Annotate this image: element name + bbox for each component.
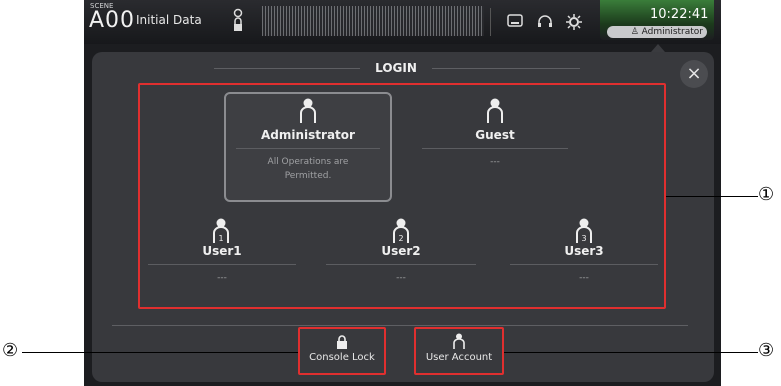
callout-3: ③ — [758, 340, 775, 361]
recorder-icon[interactable] — [507, 14, 523, 28]
callout-line-2 — [22, 352, 298, 353]
account-desc: --- — [490, 157, 500, 167]
user-icon — [300, 98, 316, 123]
gear-icon[interactable] — [566, 14, 582, 30]
account-administrator[interactable]: Administrator All Operations are Permitt… — [236, 98, 380, 183]
user-icon: 3 — [576, 218, 592, 243]
close-button[interactable]: × — [680, 60, 708, 88]
account-user2[interactable]: User2 --- — [326, 244, 476, 285]
account-rule — [510, 264, 658, 265]
account-name: User3 — [564, 244, 604, 258]
account-desc: --- — [396, 273, 406, 283]
user-icon: 1 — [213, 218, 229, 243]
level-meters[interactable] — [262, 6, 484, 36]
user-icon: ♙ — [630, 27, 642, 37]
account-rule — [326, 264, 476, 265]
bottom-divider — [112, 325, 688, 326]
separator — [490, 8, 491, 36]
account-guest[interactable]: Guest --- — [422, 98, 568, 169]
clock: 10:22:41 — [650, 7, 709, 22]
current-user-badge[interactable]: ♙ Administrator — [607, 26, 707, 38]
callout-line-1 — [666, 196, 758, 197]
user-icon — [487, 98, 503, 123]
account-rule — [422, 148, 568, 149]
dialog-title: LOGIN — [375, 61, 417, 75]
account-rule — [236, 148, 380, 149]
lock-icon — [233, 8, 243, 31]
account-desc: All Operations are Permitted. — [267, 157, 349, 181]
account-name: User1 — [202, 244, 242, 258]
current-user-label: Administrator — [641, 27, 703, 37]
account-name: Administrator — [261, 128, 355, 142]
svg-text:2: 2 — [398, 234, 403, 243]
user-icon — [453, 333, 465, 349]
user-account-button[interactable]: User Account — [416, 333, 502, 363]
callout-line-3 — [504, 352, 758, 353]
user-account-label: User Account — [425, 352, 493, 363]
close-icon: × — [686, 63, 702, 84]
callout-1: ① — [758, 184, 775, 205]
headphones-icon[interactable] — [537, 14, 553, 28]
scene-number[interactable]: A00 — [89, 8, 135, 33]
account-desc: --- — [579, 273, 589, 283]
lock-icon — [337, 335, 347, 349]
console-lock-button[interactable]: Console Lock — [300, 335, 384, 363]
account-user1[interactable]: User1 --- — [148, 244, 296, 285]
title-rule-right — [432, 68, 580, 69]
account-name: Guest — [475, 128, 515, 142]
console-lock-label: Console Lock — [309, 352, 375, 363]
account-user3[interactable]: User3 --- — [510, 244, 658, 285]
svg-text:3: 3 — [581, 234, 586, 243]
popup-pointer — [651, 44, 665, 52]
title-rule-left — [214, 68, 360, 69]
scene-name[interactable]: Initial Data — [136, 13, 202, 27]
callout-2: ② — [2, 340, 19, 361]
user-icon: 2 — [393, 218, 409, 243]
svg-text:1: 1 — [218, 234, 223, 243]
account-desc: --- — [217, 273, 227, 283]
account-name: User2 — [381, 244, 421, 258]
account-rule — [148, 264, 296, 265]
